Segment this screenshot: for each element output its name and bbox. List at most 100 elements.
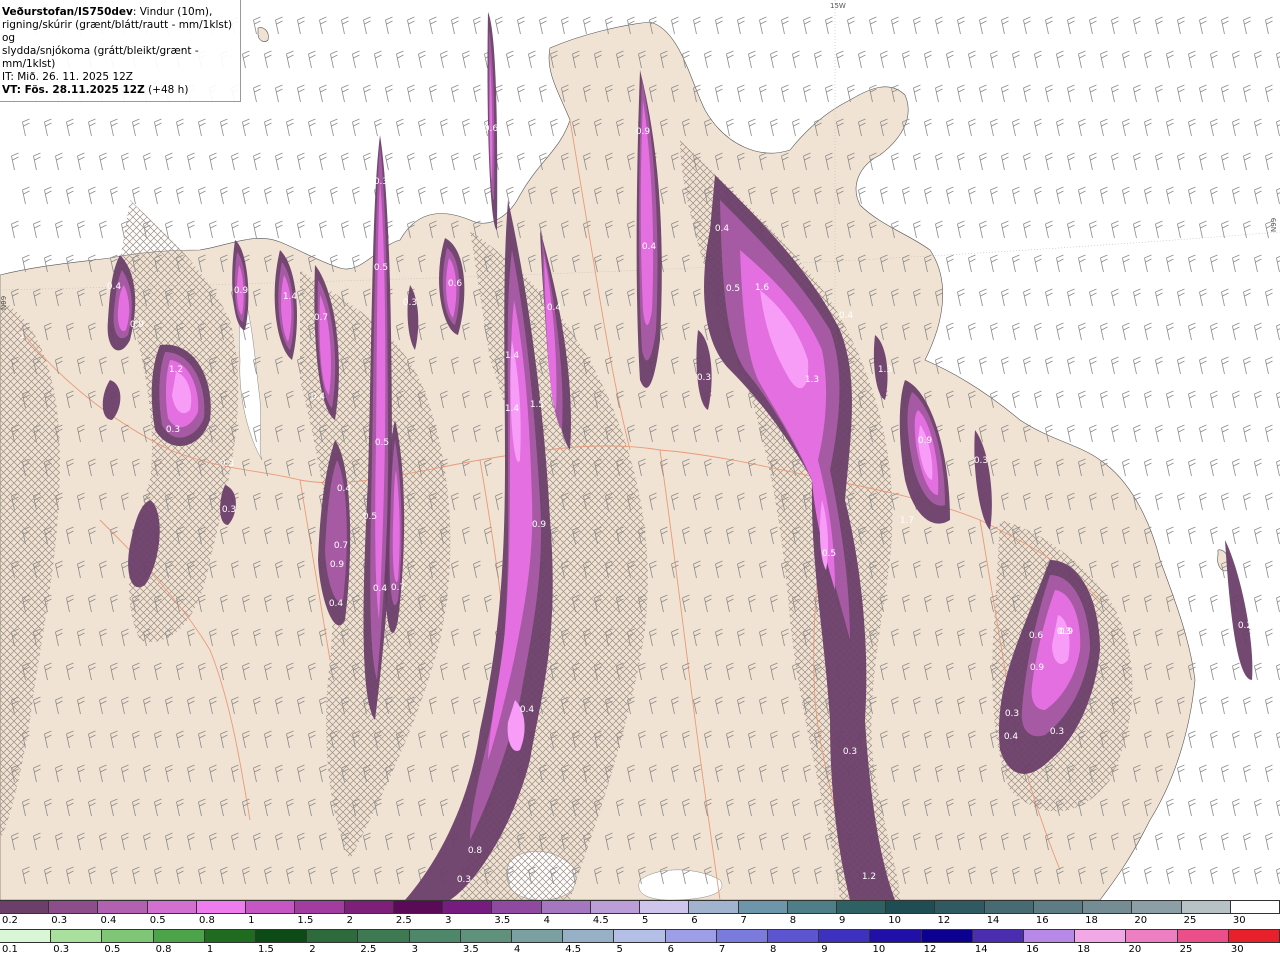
contour-label: 0.9 <box>130 320 145 330</box>
contour-label: 1.3 <box>878 365 892 375</box>
legend-label: 12 <box>937 915 951 926</box>
contour-label: 0.3 <box>1050 727 1064 737</box>
rain-legend: 0.1 0.3 0.5 0.8 1 1.5 2 2.5 3 3.5 4 4.5 5 6 7 8 9 10 12 14 1… <box>0 929 1280 958</box>
contour-label: 0.8 <box>468 846 483 856</box>
legend-label: 16 <box>1026 944 1039 955</box>
source-name: Veðurstofan/IS750dev <box>2 6 133 18</box>
legend-swatch <box>393 901 444 913</box>
legend-label: 6 <box>667 944 675 955</box>
title-line-2: rigning/skúrir (grænt/blátt/rautt - mm/1… <box>2 19 233 44</box>
grid-label-15w: 15W <box>830 2 846 10</box>
legend-swatch <box>1181 901 1231 913</box>
legend-swatch <box>295 901 345 913</box>
legend-swatch <box>886 901 936 913</box>
legend-label: 5 <box>642 915 649 926</box>
legend-label: 4.5 <box>592 915 609 926</box>
legend-label: 30 <box>1230 944 1244 955</box>
legend-swatch <box>921 930 973 942</box>
legend-swatch <box>972 930 1025 942</box>
valid-time: VT: Fös. 28.11.2025 12Z <box>2 84 145 96</box>
legend-label: 0.5 <box>104 944 121 955</box>
map-canvas: 15W N99 N99 0.6 0.90.30.4 0.91.40.910.31… <box>0 0 1280 900</box>
legend-label: 3 <box>445 915 452 926</box>
contour-label: 1.2 <box>169 365 183 375</box>
legend-swatch <box>0 930 52 942</box>
rain-legend-swatches <box>0 929 1280 943</box>
contour-label: 0.9 <box>918 436 933 446</box>
contour-label: 0.4 <box>311 392 326 402</box>
legend-label: 0.8 <box>198 915 215 926</box>
contour-label: 0.2 <box>1238 621 1252 631</box>
legend-label: 8 <box>770 944 777 955</box>
legend-label: 3.5 <box>462 944 479 955</box>
legend-label: 14 <box>986 915 1000 926</box>
legend-swatch <box>49 901 99 913</box>
legend-swatch <box>1024 930 1076 942</box>
contour-label: 0.3 <box>222 505 236 515</box>
contour-label: 1 <box>19 331 25 341</box>
legend-label: 2.5 <box>360 944 377 955</box>
legend-swatch <box>768 930 820 942</box>
init-time: IT: Mið. 26. 11. 2025 12Z <box>2 71 133 83</box>
contour-label: 0.9 <box>636 127 651 137</box>
contour-label: 0.4 <box>329 599 344 609</box>
legend-label: 9 <box>838 915 846 926</box>
contour-label: 0.3 <box>457 875 471 885</box>
legend-swatch <box>787 901 837 913</box>
legend-swatch <box>307 930 359 942</box>
contour-label: 0.5 <box>726 284 740 294</box>
legend-swatch <box>98 901 148 913</box>
legend-label: 0.5 <box>149 915 166 926</box>
legend-label: 30 <box>1232 915 1246 926</box>
legend-label: 5 <box>616 944 623 955</box>
legend-swatch <box>512 930 564 942</box>
legend-swatch <box>870 930 922 942</box>
contour-label: 0.3 <box>166 425 180 435</box>
legend-swatch <box>344 901 394 913</box>
legend-label: 0.3 <box>51 915 68 926</box>
contour-label: 0.3 <box>843 747 857 757</box>
map-title-box: Veðurstofan/IS750dev: Vindur (10m), rign… <box>0 0 241 102</box>
legend-label: 1 <box>206 944 214 955</box>
legend-swatch <box>460 930 513 942</box>
legend-label: 2 <box>309 944 316 955</box>
legend-label: 7 <box>718 944 726 955</box>
contour-label: 1.5 <box>530 400 544 410</box>
legend-swatch <box>640 901 690 913</box>
rain-legend-labels: 0.1 0.3 0.5 0.8 1 1.5 2 2.5 3 3.5 4 4.5 5 6 7 8 9 10 12 14 1… <box>0 943 1280 957</box>
legend-label: 18 <box>1077 944 1090 955</box>
legend-label: 18 <box>1085 915 1098 926</box>
legend-swatch <box>204 930 257 942</box>
snow-legend-labels: 0.2 0.3 0.4 0.5 0.8 1 1.5 2 2.5 3 3.5 4 4.5 5 6 7 8 9 10 12… <box>0 914 1280 928</box>
legend-label: 1 <box>248 915 255 926</box>
legend-swatch <box>51 930 103 942</box>
contour-label: 0.5 <box>375 438 389 448</box>
title-line-1: Veðurstofan/IS750dev: Vindur (10m), <box>2 6 240 19</box>
legend-swatch <box>358 930 410 942</box>
legend-label: 3 <box>411 944 418 955</box>
contour-label: 1.4 <box>505 404 520 414</box>
legend-swatch <box>689 901 739 913</box>
contour-label: 0.3 <box>1005 709 1019 719</box>
legend-swatch <box>665 930 717 942</box>
legend-swatch <box>1177 930 1229 942</box>
legend-swatch <box>0 901 50 913</box>
legend-label: 2 <box>346 915 354 926</box>
contour-label: 0.4 <box>107 282 122 292</box>
legend-label: 25 <box>1183 915 1197 926</box>
contour-label: 0.5 <box>822 549 836 559</box>
contour-label: 0.4 <box>715 224 730 234</box>
legend-swatch <box>1075 930 1127 942</box>
contour-label: 0.9 <box>1059 627 1074 637</box>
grid-label-n99-left: N99 <box>0 296 8 310</box>
legend-label: 8 <box>789 915 797 926</box>
contour-label: 0.5 <box>363 512 377 522</box>
contour-label: 0.6 <box>448 279 463 289</box>
legend-label: 1.5 <box>258 944 274 955</box>
legend-label: 6 <box>691 915 698 926</box>
legend-label: 3.5 <box>494 915 511 926</box>
contour-label: 0.4 <box>520 705 535 715</box>
legend-swatch <box>614 930 666 942</box>
legend-label: 9 <box>821 944 828 955</box>
legend-swatch <box>984 901 1034 913</box>
